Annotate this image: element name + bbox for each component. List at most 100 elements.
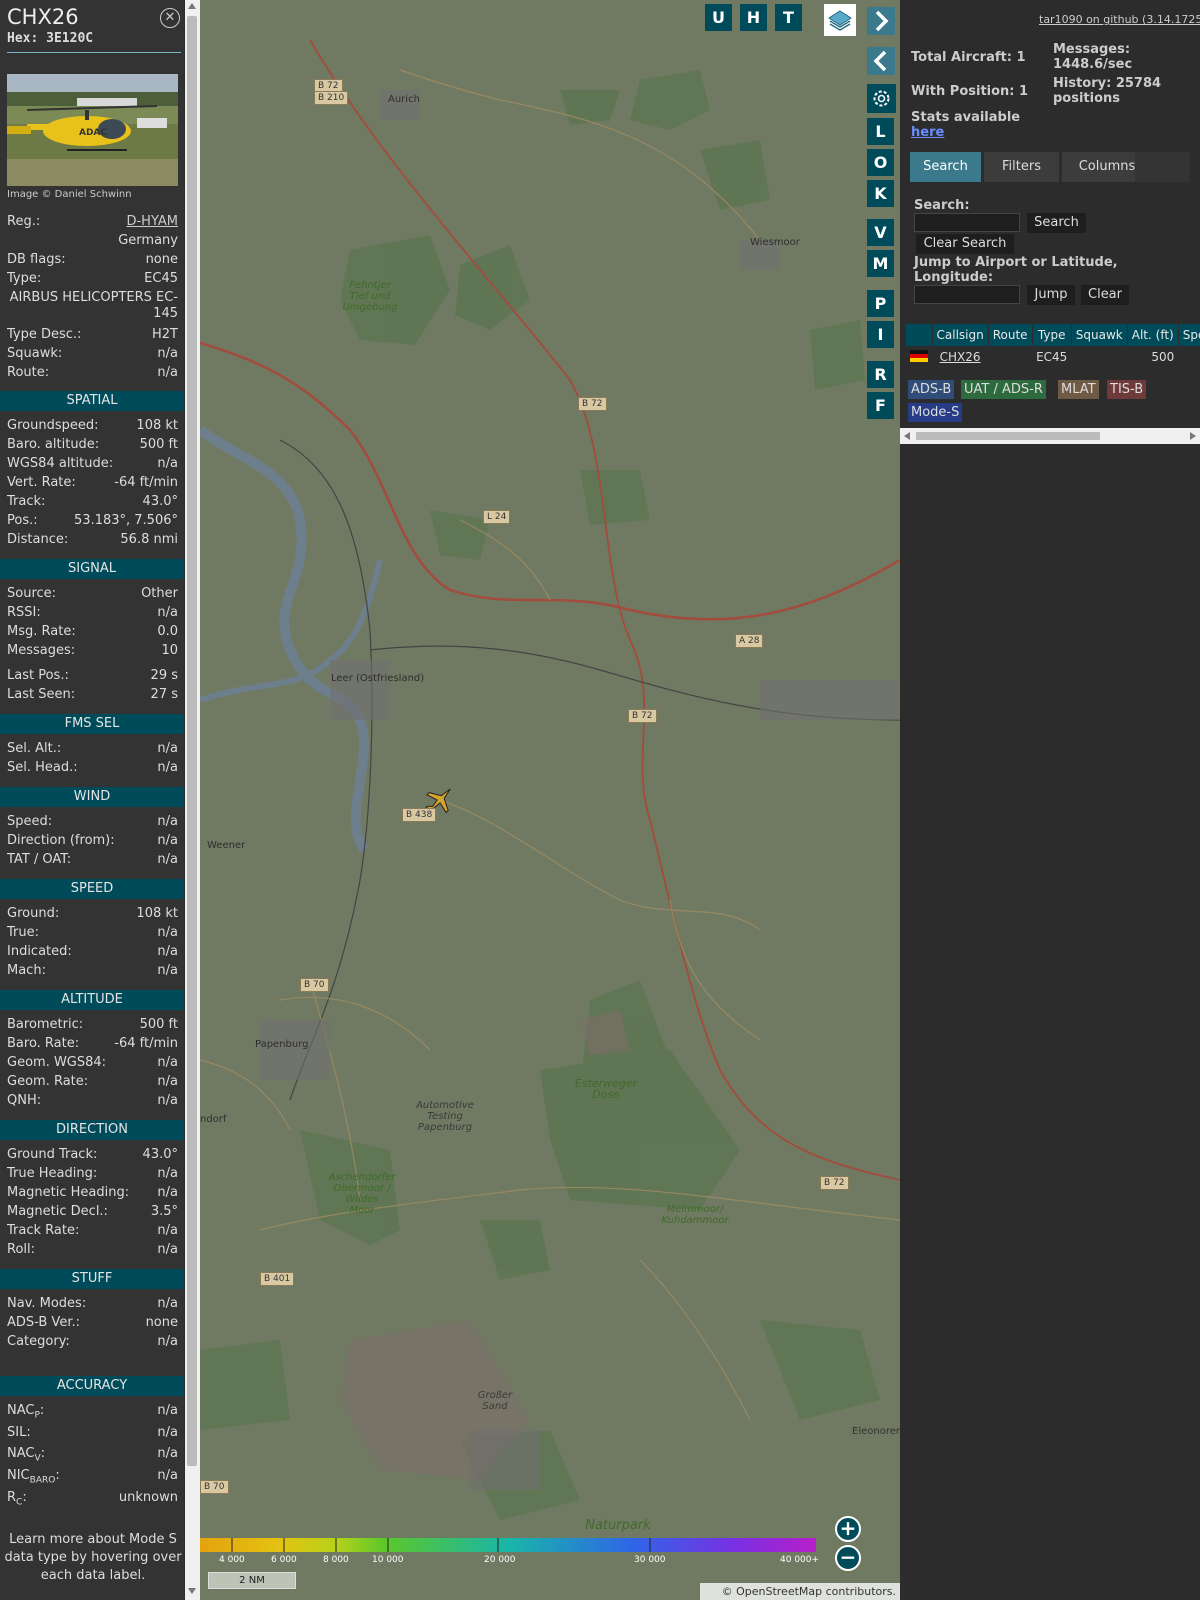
zoom-in-button[interactable]: + [835,1516,861,1542]
info-label[interactable]: Baro. altitude: [7,437,99,452]
scroll-left-icon[interactable] [904,432,910,440]
source-badge-tisb[interactable]: TIS-B [1107,380,1147,399]
info-label[interactable]: Roll: [7,1242,35,1257]
jump-input[interactable] [914,285,1020,304]
info-label[interactable]: NICBARO: [7,1468,60,1486]
cell-callsign[interactable]: CHX26 [932,346,988,368]
info-label[interactable]: Magnetic Heading: [7,1185,129,1200]
github-link[interactable]: tar1090 on github (3.14.1725) [1039,13,1200,26]
info-label[interactable]: Indicated: [7,944,72,959]
type-label[interactable]: Type: [7,271,41,286]
type-desc-label[interactable]: Type Desc.: [7,327,81,342]
search-button[interactable]: Search [1027,213,1086,233]
column-header-speed[interactable]: Spd. [1178,324,1200,346]
toggle-button-i[interactable]: I [867,321,894,348]
info-label[interactable]: Track: [7,494,45,509]
info-label[interactable]: True Heading: [7,1166,97,1181]
info-label[interactable]: Category: [7,1334,70,1349]
info-label[interactable]: WGS84 altitude: [7,456,113,471]
scroll-right-icon[interactable] [1190,432,1196,440]
info-label[interactable]: Magnetic Decl.: [7,1204,108,1219]
layers-button[interactable] [824,4,856,36]
map-attribution[interactable]: © OpenStreetMap contributors. [700,1583,900,1600]
info-label[interactable]: Pos.: [7,513,38,528]
stats-link[interactable]: here [911,125,944,140]
jump-button[interactable]: Jump [1027,285,1075,305]
info-label[interactable]: Last Seen: [7,687,75,702]
info-label[interactable]: Sel. Alt.: [7,741,61,756]
db-flags-label[interactable]: DB flags: [7,252,66,267]
info-label[interactable]: Vert. Rate: [7,475,76,490]
toggle-button-l[interactable]: L [867,118,894,145]
toggle-button-v[interactable]: V [867,219,894,246]
info-label[interactable]: RSSI: [7,605,41,620]
toggle-button-u[interactable]: U [705,4,732,31]
aircraft-photo[interactable]: ADAC [7,74,178,186]
info-label[interactable]: Track Rate: [7,1223,79,1238]
toggle-button-r[interactable]: R [867,361,894,388]
close-icon[interactable]: ✕ [160,8,180,28]
info-label[interactable]: RC: [7,1490,27,1508]
search-input[interactable] [914,213,1020,232]
scroll-down-icon[interactable] [188,1588,196,1594]
info-label[interactable]: QNH: [7,1093,41,1108]
zoom-out-button[interactable]: − [835,1545,861,1571]
source-badge-adsb[interactable]: ADS-B [908,380,955,399]
info-label[interactable]: True: [7,925,39,940]
info-label[interactable]: Sel. Head.: [7,760,78,775]
table-row[interactable]: CHX26 EC45 500 [906,346,1200,368]
toggle-button-f[interactable]: F [867,392,894,419]
scroll-thumb[interactable] [916,432,1100,440]
info-panel-scrollbar[interactable] [185,0,200,1600]
route-label[interactable]: Route: [7,365,49,380]
info-label[interactable]: Groundspeed: [7,418,98,433]
toggle-button-p[interactable]: P [867,290,894,317]
info-label[interactable]: TAT / OAT: [7,852,71,867]
info-label[interactable]: Geom. WGS84: [7,1055,106,1070]
info-label[interactable]: Baro. Rate: [7,1036,79,1051]
info-label[interactable]: Barometric: [7,1017,83,1032]
info-label[interactable]: Distance: [7,532,68,547]
info-label[interactable]: Nav. Modes: [7,1296,86,1311]
toggle-button-k[interactable]: K [867,180,894,207]
tab-filters[interactable]: Filters [984,152,1059,182]
info-label[interactable]: Source: [7,586,56,601]
column-header-flag[interactable] [906,324,933,346]
map-canvas[interactable]: Aurich Wiesmoor Leer (Ostfriesland) Ween… [200,0,900,1600]
info-label[interactable]: Ground: [7,906,59,921]
info-label[interactable]: Messages: [7,643,75,658]
info-label[interactable]: NACP: [7,1403,44,1421]
source-badge-uat[interactable]: UAT / ADS-R [961,380,1046,399]
toggle-button-t[interactable]: T [775,4,802,31]
info-label[interactable]: NACV: [7,1446,45,1464]
info-label[interactable]: Last Pos.: [7,668,69,683]
info-label[interactable]: ADS-B Ver.: [7,1315,80,1330]
column-header-altitude[interactable]: Alt. (ft) [1127,324,1179,346]
column-header-squawk[interactable]: Squawk [1071,324,1128,346]
clear-jump-button[interactable]: Clear [1081,285,1129,305]
info-label[interactable]: Geom. Rate: [7,1074,88,1089]
clear-search-button[interactable]: Clear Search [916,234,1014,254]
info-label[interactable]: Direction (from): [7,833,115,848]
info-label[interactable]: Ground Track: [7,1147,97,1162]
scroll-thumb[interactable] [187,16,197,1466]
tab-search[interactable]: Search [910,152,981,182]
info-label[interactable]: Msg. Rate: [7,624,76,639]
toggle-button-h[interactable]: H [740,4,767,31]
settings-button[interactable] [867,84,896,113]
source-badge-mlat[interactable]: MLAT [1058,380,1099,399]
column-header-route[interactable]: Route [988,324,1033,346]
info-label[interactable]: Mach: [7,963,46,978]
squawk-label[interactable]: Squawk: [7,346,62,361]
collapse-sidebar-button[interactable] [867,47,895,75]
expand-sidebar-button[interactable] [867,7,895,35]
registration-link[interactable]: D-HYAM [126,214,178,229]
toggle-button-o[interactable]: O [867,149,894,176]
table-horizontal-scrollbar[interactable] [900,428,1200,444]
scroll-up-icon[interactable] [188,3,196,9]
column-header-callsign[interactable]: Callsign [932,324,989,346]
info-label[interactable]: Speed: [7,814,52,829]
source-badge-modes[interactable]: Mode-S [908,403,963,422]
toggle-button-m[interactable]: M [867,250,894,277]
column-header-type[interactable]: Type [1032,324,1072,346]
